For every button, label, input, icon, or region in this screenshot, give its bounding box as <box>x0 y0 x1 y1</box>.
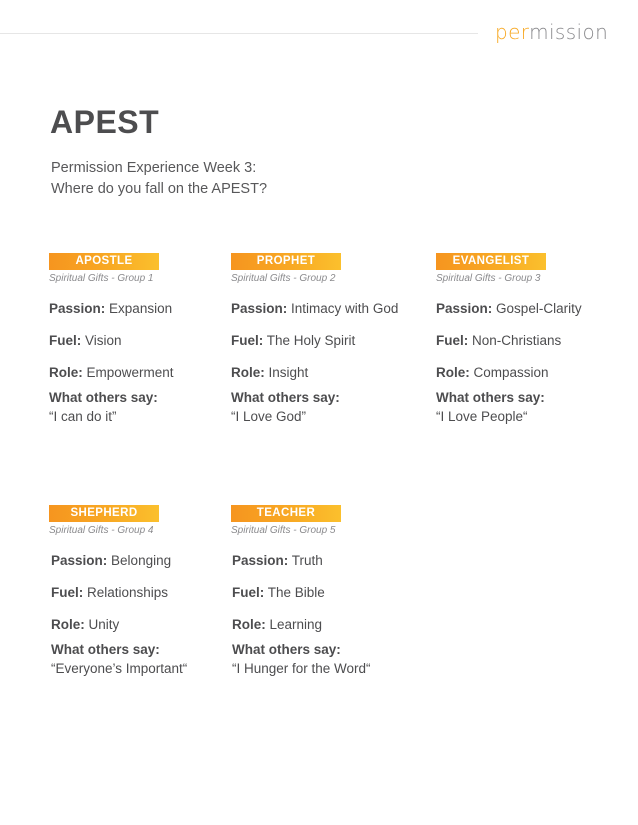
role-label: Role: <box>49 365 83 380</box>
others-label: What others say: <box>49 390 158 405</box>
passion-value: Belonging <box>111 553 172 568</box>
subtitle-line-2: Where do you fall on the APEST? <box>51 181 268 197</box>
card-badge: TEACHER <box>231 505 341 522</box>
passion-value: Expansion <box>109 301 173 316</box>
fuel-value: Non-Christians <box>472 333 562 348</box>
role-value: Empowerment <box>86 365 174 380</box>
fuel-label: Fuel: <box>49 333 82 348</box>
card-group: Spiritual Gifts - Group 1 <box>49 273 154 284</box>
card-badge: PROPHET <box>231 253 341 270</box>
others-quote: “Everyone’s Important“ <box>51 661 188 676</box>
card-fuel: Fuel: The Bible <box>232 585 411 600</box>
card-others-say: What others say: “I Love God” <box>231 388 411 426</box>
fuel-value: Relationships <box>87 585 169 600</box>
fuel-label: Fuel: <box>232 585 265 600</box>
card-others-say: What others say: “Everyone’s Important“ <box>51 640 229 678</box>
role-value: Learning <box>269 617 323 632</box>
passion-label: Passion: <box>231 301 288 316</box>
role-label: Role: <box>232 617 266 632</box>
role-label: Role: <box>436 365 470 380</box>
page-subtitle: Permission Experience Week 3: Where do y… <box>51 158 267 200</box>
card-others-say: What others say: “I Love People“ <box>436 388 616 426</box>
card-apostle: APOSTLE Spiritual Gifts - Group 1 Passio… <box>49 253 229 426</box>
card-role: Role: Unity <box>51 617 229 632</box>
card-teacher: TEACHER Spiritual Gifts - Group 5 Passio… <box>231 505 411 678</box>
card-others-say: What others say: “I can do it” <box>49 388 229 426</box>
card-passion: Passion: Intimacy with God <box>231 301 411 316</box>
fuel-value: The Holy Spirit <box>266 333 356 348</box>
card-group: Spiritual Gifts - Group 4 <box>49 525 154 536</box>
card-others-say: What others say: “I Hunger for the Word“ <box>232 640 411 678</box>
card-role: Role: Compassion <box>436 365 616 380</box>
fuel-value: The Bible <box>267 585 325 600</box>
passion-value: Truth <box>291 553 323 568</box>
role-value: Unity <box>88 617 120 632</box>
card-fuel: Fuel: Vision <box>49 333 229 348</box>
brand-logo-accent: per <box>495 20 530 44</box>
card-group: Spiritual Gifts - Group 5 <box>231 525 336 536</box>
role-value: Compassion <box>473 365 549 380</box>
fuel-label: Fuel: <box>51 585 84 600</box>
others-quote: “I Love People“ <box>436 409 528 424</box>
card-badge: EVANGELIST <box>436 253 546 270</box>
card-fuel: Fuel: Relationships <box>51 585 229 600</box>
passion-value: Intimacy with God <box>291 301 399 316</box>
others-label: What others say: <box>51 642 160 657</box>
passion-label: Passion: <box>51 553 108 568</box>
passion-label: Passion: <box>436 301 493 316</box>
card-fuel: Fuel: Non-Christians <box>436 333 616 348</box>
card-fuel: Fuel: The Holy Spirit <box>231 333 411 348</box>
brand-logo-rest: mission <box>529 20 609 44</box>
brand-logo: permission <box>495 22 608 42</box>
others-quote: “I Love God” <box>231 409 307 424</box>
others-label: What others say: <box>436 390 545 405</box>
role-label: Role: <box>231 365 265 380</box>
others-label: What others say: <box>231 390 340 405</box>
card-role: Role: Insight <box>231 365 411 380</box>
card-passion: Passion: Gospel-Clarity <box>436 301 616 316</box>
card-shepherd: SHEPHERD Spiritual Gifts - Group 4 Passi… <box>49 505 229 678</box>
subtitle-line-1: Permission Experience Week 3: <box>51 160 257 176</box>
card-role: Role: Empowerment <box>49 365 229 380</box>
card-evangelist: EVANGELIST Spiritual Gifts - Group 3 Pas… <box>436 253 616 426</box>
fuel-value: Vision <box>85 333 122 348</box>
others-quote: “I can do it” <box>49 409 117 424</box>
role-value: Insight <box>268 365 309 380</box>
fuel-label: Fuel: <box>436 333 469 348</box>
passion-value: Gospel-Clarity <box>496 301 582 316</box>
card-prophet: PROPHET Spiritual Gifts - Group 2 Passio… <box>231 253 411 426</box>
fuel-label: Fuel: <box>231 333 264 348</box>
card-badge: SHEPHERD <box>49 505 159 522</box>
card-passion: Passion: Expansion <box>49 301 229 316</box>
passion-label: Passion: <box>49 301 106 316</box>
role-label: Role: <box>51 617 85 632</box>
passion-label: Passion: <box>232 553 289 568</box>
card-passion: Passion: Belonging <box>51 553 229 568</box>
others-label: What others say: <box>232 642 341 657</box>
card-group: Spiritual Gifts - Group 3 <box>436 273 541 284</box>
header-divider <box>0 33 478 34</box>
card-passion: Passion: Truth <box>232 553 411 568</box>
page-title: APEST <box>50 104 160 140</box>
card-group: Spiritual Gifts - Group 2 <box>231 273 336 284</box>
card-badge: APOSTLE <box>49 253 159 270</box>
card-role: Role: Learning <box>232 617 411 632</box>
others-quote: “I Hunger for the Word“ <box>232 661 371 676</box>
